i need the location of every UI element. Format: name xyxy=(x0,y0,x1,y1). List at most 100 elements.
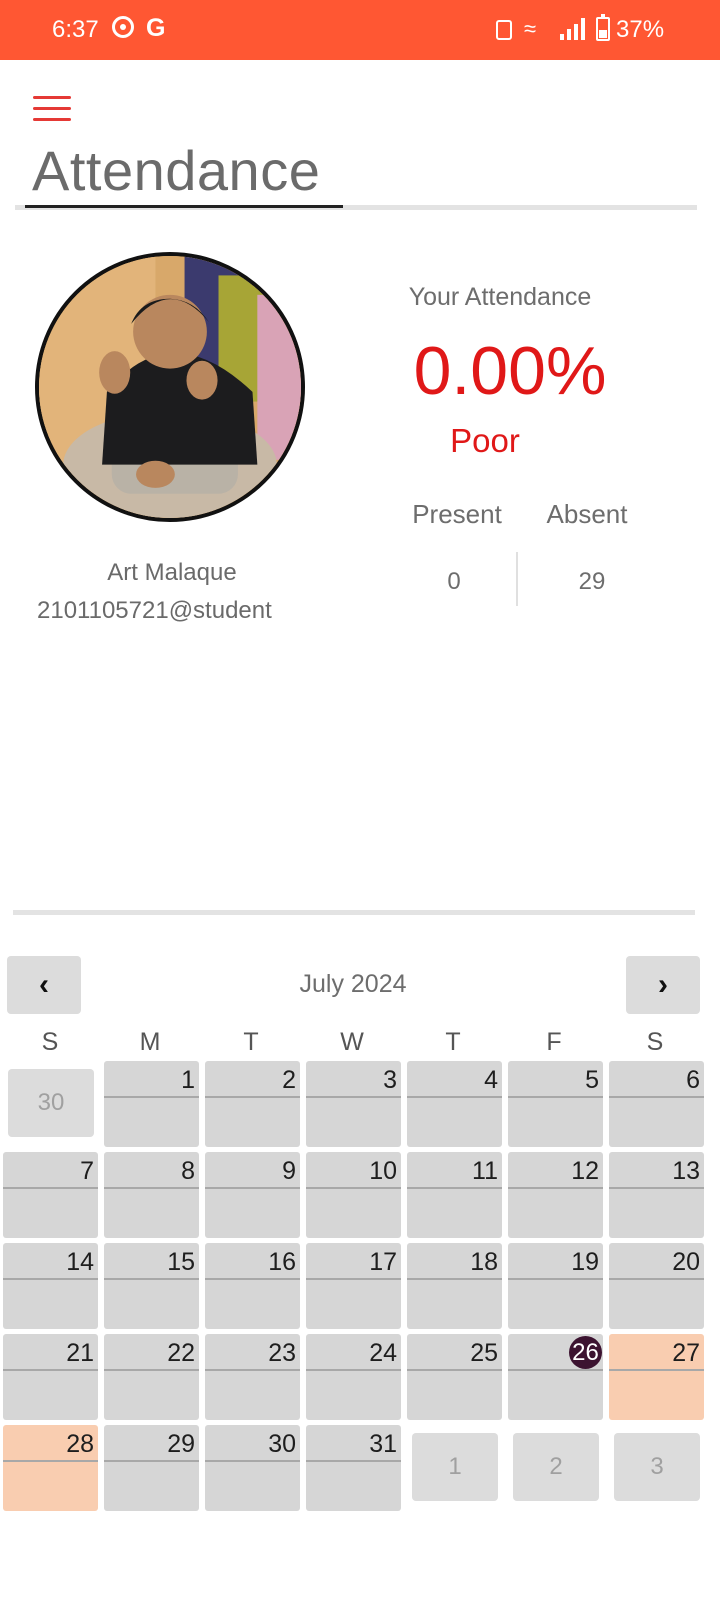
calendar-day-number: 10 xyxy=(369,1157,397,1185)
battery-percent: 37% xyxy=(616,16,665,43)
signal-icon xyxy=(560,18,586,40)
calendar-day[interactable]: 11 xyxy=(407,1152,502,1238)
calendar-day-number: 18 xyxy=(470,1248,498,1276)
calendar-day[interactable]: 20 xyxy=(609,1243,704,1329)
calendar-day[interactable]: 9 xyxy=(205,1152,300,1238)
calendar-day-number: 11 xyxy=(472,1157,498,1185)
calendar-day[interactable]: 26 xyxy=(508,1334,603,1420)
calendar-day[interactable]: 8 xyxy=(104,1152,199,1238)
calendar-day-number: 31 xyxy=(369,1430,397,1458)
chevron-left-icon: ‹ xyxy=(39,968,49,1001)
calendar-day[interactable]: 28 xyxy=(3,1425,98,1511)
present-label: Present xyxy=(412,499,502,529)
calendar-day-divider xyxy=(3,1369,98,1371)
calendar-day[interactable]: 14 xyxy=(3,1243,98,1329)
calendar-day-divider xyxy=(104,1460,199,1462)
calendar-day-outside-month: 3 xyxy=(614,1433,700,1501)
next-month-button[interactable]: › xyxy=(626,956,700,1014)
calendar-day[interactable]: 19 xyxy=(508,1243,603,1329)
battery-icon xyxy=(596,14,610,41)
calendar-day-divider xyxy=(609,1369,704,1371)
title-underline xyxy=(25,205,343,208)
calendar-day-divider xyxy=(609,1278,704,1280)
calendar-day[interactable]: 17 xyxy=(306,1243,401,1329)
calendar-day-number: 17 xyxy=(369,1248,397,1276)
calendar-day-number: 21 xyxy=(66,1339,94,1367)
calendar-day[interactable]: 25 xyxy=(407,1334,502,1420)
attendance-rating: Poor xyxy=(450,422,520,459)
calendar-day[interactable]: 13 xyxy=(609,1152,704,1238)
calendar-day[interactable]: 29 xyxy=(104,1425,199,1511)
calendar-day[interactable]: 16 xyxy=(205,1243,300,1329)
calendar-day-divider xyxy=(306,1278,401,1280)
calendar-day[interactable]: 23 xyxy=(205,1334,300,1420)
avatar-photo xyxy=(39,256,301,518)
attendance-percent: 0.00% xyxy=(413,333,607,409)
calendar-day-number: 13 xyxy=(672,1157,700,1185)
calendar-day-divider xyxy=(508,1096,603,1098)
student-email: 2101105721@student xyxy=(37,597,272,624)
status-bar: 6:37 G ≈ 37% xyxy=(0,0,720,60)
vibrate-icon xyxy=(496,20,512,40)
calendar-day[interactable]: 27 xyxy=(609,1334,704,1420)
calendar-day-divider xyxy=(104,1187,199,1189)
calendar-day[interactable]: 15 xyxy=(104,1243,199,1329)
calendar-day[interactable]: 24 xyxy=(306,1334,401,1420)
calendar-day-number: 3 xyxy=(383,1066,397,1094)
calendar-day-divider xyxy=(306,1187,401,1189)
calendar-day[interactable]: 31 xyxy=(306,1425,401,1511)
calendar-day[interactable]: 1 xyxy=(104,1061,199,1147)
stats-divider xyxy=(516,552,518,606)
calendar-day-divider xyxy=(104,1278,199,1280)
wifi-icon: ≈ xyxy=(524,16,537,41)
calendar-day-number: 16 xyxy=(268,1248,296,1276)
calendar-day[interactable]: 7 xyxy=(3,1152,98,1238)
calendar-day-divider xyxy=(306,1096,401,1098)
calendar-day[interactable]: 3 xyxy=(306,1061,401,1147)
hamburger-icon[interactable] xyxy=(33,96,71,122)
weekday-sun: S xyxy=(41,1028,59,1056)
calendar-day[interactable]: 2 xyxy=(205,1061,300,1147)
calendar-day-number: 7 xyxy=(80,1157,94,1185)
calendar-day-number: 19 xyxy=(571,1248,599,1276)
calendar-day-number: 30 xyxy=(268,1430,296,1458)
weekday-mon: M xyxy=(139,1028,161,1056)
calendar-day-divider xyxy=(407,1369,502,1371)
calendar-day-number: 23 xyxy=(268,1339,296,1367)
calendar-day-number: 15 xyxy=(167,1248,195,1276)
calendar-day[interactable]: 6 xyxy=(609,1061,704,1147)
calendar-day-divider xyxy=(205,1369,300,1371)
student-name: Art Malaque xyxy=(107,559,237,586)
prev-month-button[interactable]: ‹ xyxy=(7,956,81,1014)
calendar-day[interactable]: 18 xyxy=(407,1243,502,1329)
calendar-day[interactable]: 4 xyxy=(407,1061,502,1147)
weekday-tue: T xyxy=(243,1028,259,1056)
absent-count: 29 xyxy=(578,568,606,595)
calendar-day[interactable]: 5 xyxy=(508,1061,603,1147)
calendar-month-title: July 2024 xyxy=(299,970,407,998)
calendar-day-divider xyxy=(508,1187,603,1189)
calendar-day-divider xyxy=(407,1278,502,1280)
calendar-day[interactable]: 22 xyxy=(104,1334,199,1420)
chevron-right-icon: › xyxy=(658,968,668,1001)
present-count: 0 xyxy=(447,568,461,595)
calendar-day[interactable]: 30 xyxy=(205,1425,300,1511)
settings-gear-icon xyxy=(112,16,134,38)
calendar-day-number: 12 xyxy=(571,1157,599,1185)
calendar-day-number: 22 xyxy=(167,1339,195,1367)
calendar-day[interactable]: 21 xyxy=(3,1334,98,1420)
calendar-day-number: 5 xyxy=(585,1066,599,1094)
calendar-day-number: 8 xyxy=(181,1157,195,1185)
calendar-day-divider xyxy=(104,1096,199,1098)
calendar-day[interactable]: 10 xyxy=(306,1152,401,1238)
calendar-day-number: 9 xyxy=(282,1157,296,1185)
calendar-day-divider xyxy=(306,1460,401,1462)
calendar-day-outside-month: 1 xyxy=(412,1433,498,1501)
calendar-day-number: 20 xyxy=(672,1248,700,1276)
calendar-day-divider xyxy=(508,1278,603,1280)
calendar-day-number: 2 xyxy=(282,1066,296,1094)
calendar-day-number: 25 xyxy=(470,1339,498,1367)
calendar-day-divider xyxy=(3,1460,98,1462)
calendar-day-outside-month: 30 xyxy=(8,1069,94,1137)
calendar-day[interactable]: 12 xyxy=(508,1152,603,1238)
